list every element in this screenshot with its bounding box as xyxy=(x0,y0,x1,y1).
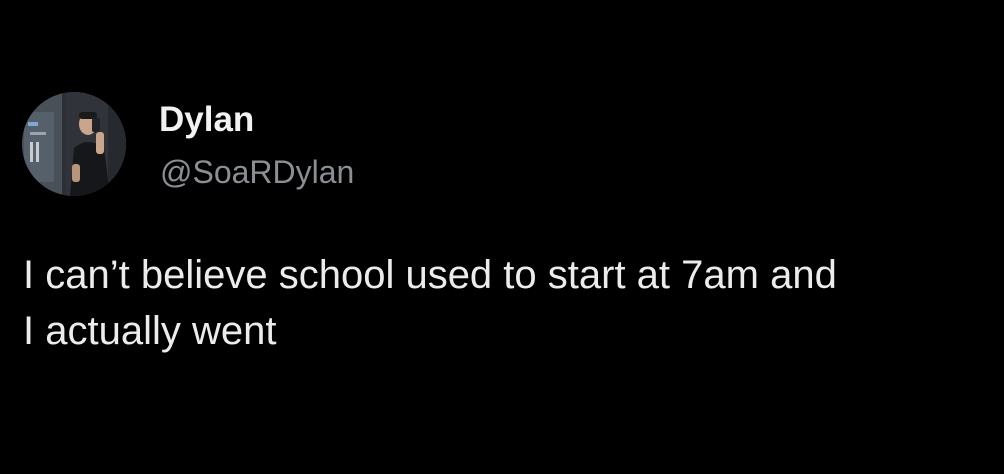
author-display-name[interactable]: Dylan xyxy=(159,100,254,140)
tweet-text: I can’t believe school used to start at … xyxy=(23,247,983,359)
profile-photo-icon xyxy=(22,92,126,196)
author-handle[interactable]: @SoaRDylan xyxy=(160,153,354,191)
tweet-text-line: I can’t believe school used to start at … xyxy=(23,253,837,297)
tweet-card: Dylan @SoaRDylan I can’t believe school … xyxy=(0,0,1004,474)
tweet-text-line: I actually went xyxy=(23,309,277,353)
author-avatar[interactable] xyxy=(22,92,126,196)
